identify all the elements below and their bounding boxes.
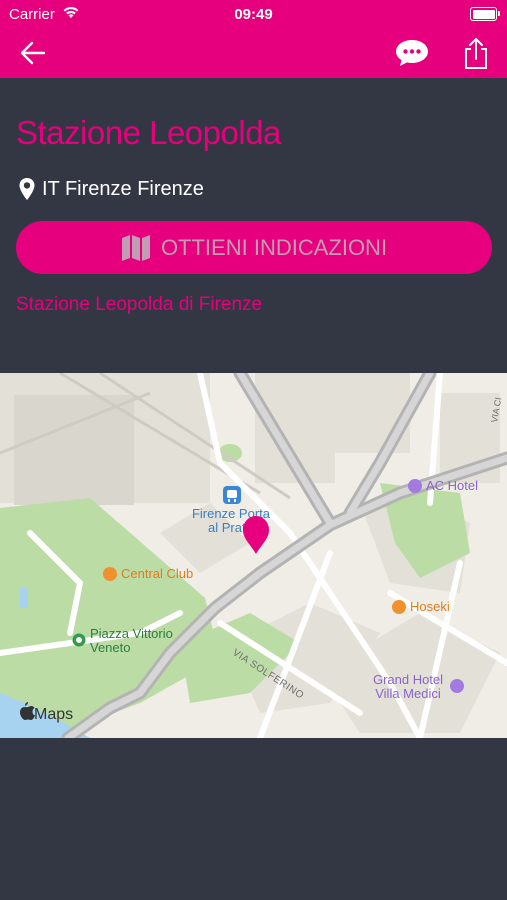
directions-label: OTTIENI INDICAZIONI [160, 234, 388, 260]
battery-icon [470, 7, 500, 21]
map-label-piazza: Piazza Vittorio [90, 626, 173, 641]
hotel-icon[interactable] [450, 679, 464, 693]
status-bar: Carrier 09:49 [0, 0, 507, 28]
back-button[interactable] [16, 36, 50, 70]
station-marker[interactable] [223, 486, 241, 504]
map-label-hoseki: Hoseki [410, 599, 450, 614]
share-icon [465, 38, 487, 69]
location-row: IT Firenze Firenze [18, 174, 204, 204]
map-label-grand-hotel: Grand Hotel [373, 672, 443, 687]
clock: 09:49 [234, 6, 273, 23]
map-pin-icon [19, 178, 35, 200]
nightlife-icon[interactable] [103, 567, 117, 581]
map-canvas[interactable]: Firenze Porta al Prato Central Club AC H… [0, 373, 507, 738]
place-description: Stazione Leopolda di Firenze [16, 294, 263, 315]
share-button[interactable] [459, 36, 493, 70]
map-view[interactable]: Firenze Porta al Prato Central Club AC H… [0, 373, 507, 738]
nav-bar [0, 28, 507, 78]
place-pin-icon[interactable] [243, 516, 269, 554]
arrow-left-icon [20, 41, 46, 65]
map-label-central-club: Central Club [121, 566, 193, 581]
hotel-icon[interactable] [408, 479, 422, 493]
location-text: IT Firenze Firenze [42, 177, 204, 200]
directions-button[interactable]: OTTIENI INDICAZIONI [16, 221, 492, 274]
chat-button[interactable] [393, 36, 431, 70]
maps-attribution-label: Maps [34, 706, 73, 723]
restaurant-icon[interactable] [392, 600, 406, 614]
map-label-piazza-2: Veneto [90, 640, 131, 655]
map-icon [121, 234, 150, 261]
map-label-grand-hotel-2: Villa Medici [375, 686, 441, 701]
page-title: Stazione Leopolda [16, 114, 281, 151]
map-label-ac-hotel: AC Hotel [426, 478, 478, 493]
chat-bubble-icon [396, 40, 428, 66]
